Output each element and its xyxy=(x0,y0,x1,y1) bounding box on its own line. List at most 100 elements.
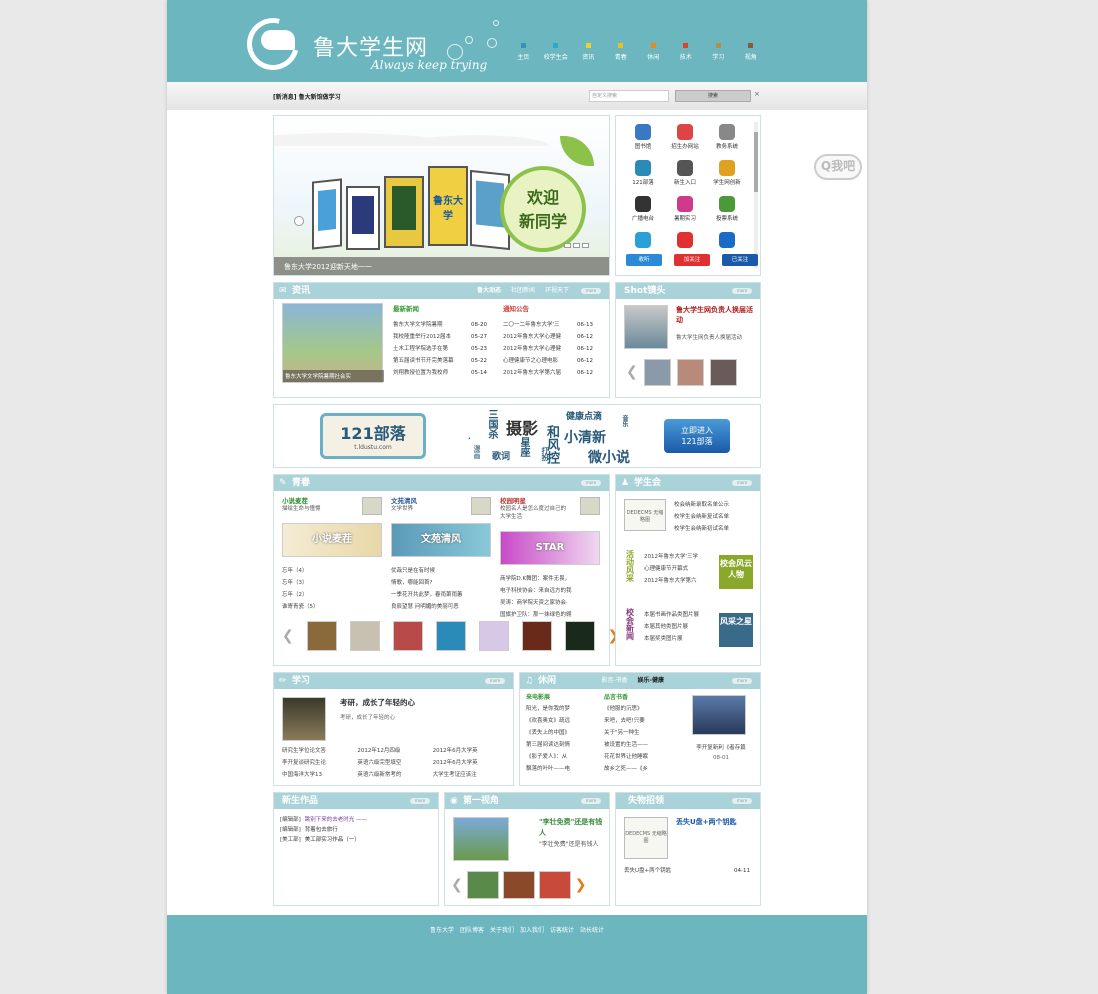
tribe-keyword[interactable]: 漫画 xyxy=(472,445,482,459)
quicklink-1[interactable]: 招生办网站 xyxy=(664,122,706,154)
youth-col-banner[interactable]: 小说麦茬 xyxy=(282,523,382,557)
nav-item-3[interactable]: 青春 xyxy=(605,43,638,65)
list-item[interactable]: 《欢喜奥女》疏远 xyxy=(526,715,592,727)
list-item[interactable]: 吴涛：商学院天资之家协会· xyxy=(500,597,600,609)
qq-chat-button[interactable]: Q我吧 xyxy=(814,154,862,180)
shot-photo[interactable] xyxy=(624,305,668,349)
list-item[interactable]: 2012年6月大学英 xyxy=(433,745,508,757)
works-more-button[interactable]: more xyxy=(410,798,430,804)
footer-link[interactable]: 加入我们 xyxy=(520,927,544,934)
list-item[interactable]: 校学生会纳新复试名单 xyxy=(674,511,758,523)
tribe-keyword[interactable]: 微小说 xyxy=(588,447,630,467)
union-more-button[interactable]: more xyxy=(732,480,752,486)
list-item[interactable]: 良辰望慧 问明媚的美丽可恶 xyxy=(391,601,491,613)
nav-item-2[interactable]: 资讯 xyxy=(572,43,605,65)
shot-thumb[interactable] xyxy=(709,359,737,386)
shot-thumb[interactable] xyxy=(643,359,671,386)
news-tab[interactable]: 鲁大动态 xyxy=(477,283,501,299)
quicklink-3[interactable]: 121部落 xyxy=(622,158,664,190)
view-thumb[interactable] xyxy=(502,871,535,899)
tribe-keyword[interactable]: 音乐 xyxy=(620,415,629,427)
nav-item-5[interactable]: 技术 xyxy=(670,43,703,65)
prev-arrow-icon[interactable]: ❮ xyxy=(451,872,463,899)
close-icon[interactable]: × xyxy=(754,90,760,98)
lost-item[interactable]: 丢失U盘+两个钥匙 04-11 xyxy=(624,865,750,877)
search-button[interactable]: 搜索 xyxy=(675,90,751,102)
list-item[interactable]: 英语六级完型填空 xyxy=(357,757,432,769)
quicklink-2[interactable]: 教务系统 xyxy=(706,122,748,154)
quicklink-5[interactable]: 学生网创新 xyxy=(706,158,748,190)
list-item[interactable]: 花花世界让他睡眠 xyxy=(604,751,670,763)
list-item[interactable]: 中国海洋大学13 xyxy=(282,769,357,781)
footer-link[interactable]: 访客统计 xyxy=(550,927,574,934)
tribe-keyword[interactable]: 打扮 xyxy=(540,447,550,461)
list-item[interactable]: 《影子爱人》：从 xyxy=(526,751,592,763)
list-item[interactable]: 我校隆重举行2012届本 05-27 xyxy=(393,331,487,343)
nav-item-0[interactable]: 主页 xyxy=(507,43,540,65)
list-item[interactable]: 2012年鲁东大学第六 xyxy=(644,575,720,587)
list-item[interactable]: 2012年12月四级 xyxy=(357,745,432,757)
news-more-button[interactable]: more xyxy=(581,288,601,294)
news-tab[interactable]: 社团新闻 xyxy=(511,283,535,299)
tribe-keyword[interactable]: 小清新 xyxy=(564,427,606,447)
shot-thumb[interactable] xyxy=(676,359,704,386)
nav-item-7[interactable]: 视角 xyxy=(735,43,768,65)
tab-health[interactable]: 娱乐-健康 xyxy=(638,673,665,689)
tribe-keyword[interactable]: 健康点滴 xyxy=(566,409,602,422)
tribe-keyword[interactable]: 三国杀 xyxy=(484,409,499,439)
list-item[interactable]: 鲁东大学文学院暑期 08-20 xyxy=(393,319,487,331)
list-item[interactable]: 二〇一二年鲁东大学'三 06-13 xyxy=(503,319,593,331)
list-item[interactable]: 一季花开共此梦，春雨萧雨蕙 xyxy=(391,589,491,601)
view-headline[interactable]: "李壮免费"还是有钱人 xyxy=(539,817,603,839)
list-item[interactable]: 2012年鲁东大学心理健 06-12 xyxy=(503,343,593,355)
list-item[interactable]: 忘年（2） xyxy=(282,589,382,601)
leisure-photo[interactable] xyxy=(692,695,746,735)
youth-col-banner[interactable]: STAR xyxy=(500,531,600,565)
next-arrow-icon[interactable]: ❯ xyxy=(575,872,587,899)
tab-books[interactable]: 影音-书香 xyxy=(601,673,627,689)
list-item[interactable]: 忘年（3） xyxy=(282,577,382,589)
youth-thumb[interactable] xyxy=(564,621,595,651)
list-item[interactable]: 来吧，去吧!只要 xyxy=(604,715,670,727)
list-item[interactable]: 英语六级新常考的 xyxy=(357,769,432,781)
youth-thumb[interactable] xyxy=(306,621,337,651)
quicklink-4[interactable]: 新生入口 xyxy=(664,158,706,190)
list-item[interactable]: 谁寄青瓷（5） xyxy=(282,601,382,613)
banner-pager[interactable] xyxy=(564,243,589,248)
list-item[interactable]: 2012年鲁东大学'三学 xyxy=(644,551,720,563)
list-item[interactable]: 情歌，哪能回首? xyxy=(391,577,491,589)
list-item[interactable]: 土木工程学院选手在第 05-23 xyxy=(393,343,487,355)
list-item[interactable]: 本届书画作品类图片展 xyxy=(644,609,720,621)
list-item[interactable]: 第三届间读达刻情 xyxy=(526,739,592,751)
study-more-button[interactable]: more xyxy=(485,678,505,684)
view-more-button[interactable]: more xyxy=(581,798,601,804)
follow-button[interactable]: 加关注 xyxy=(674,254,710,266)
tribe-enter-button[interactable]: 立即进入 121部落 xyxy=(664,419,730,453)
list-item[interactable]: 商学院D.K舞团：案件无畏， xyxy=(500,573,600,585)
list-item[interactable]: 国旗护卫队：那一抹绿色的翱 xyxy=(500,609,600,621)
leisure-more-button[interactable]: more xyxy=(732,678,752,684)
tribe-keyword[interactable]: 摄影 xyxy=(506,415,538,439)
nav-item-6[interactable]: 学习 xyxy=(702,43,735,65)
list-item[interactable]: 故乡之死——《乡 xyxy=(604,763,670,775)
tribe-keyword[interactable]: 星座 xyxy=(516,437,531,457)
follow-button[interactable]: 已关注 xyxy=(722,254,758,266)
list-item[interactable]: 阳光，是你我的梦 xyxy=(526,703,592,715)
list-item[interactable]: 关于"另一种生 xyxy=(604,727,670,739)
youth-thumb[interactable] xyxy=(349,621,380,651)
list-item[interactable]: 心理健康节之心理电影 06-12 xyxy=(503,355,593,367)
list-item[interactable]: 本届其他类图片展 xyxy=(644,621,720,633)
youth-thumb[interactable] xyxy=(521,621,552,651)
list-item[interactable]: 被设置的生活—— xyxy=(604,739,670,751)
list-item[interactable]: 飘落的叶叶——电 xyxy=(526,763,592,775)
style-star-button[interactable]: 风采之星 xyxy=(719,613,753,647)
leisure-photo-caption[interactable]: 李开复新利《者存篇 xyxy=(688,743,754,751)
quicklink-8[interactable]: 投票系统 xyxy=(706,194,748,226)
search-input[interactable]: 自定义搜索 xyxy=(589,90,669,102)
follow-button[interactable]: 收听 xyxy=(626,254,662,266)
list-item[interactable]: 忘年（4） xyxy=(282,565,382,577)
lost-more-button[interactable]: more xyxy=(732,798,752,804)
nav-item-1[interactable]: 校学生会 xyxy=(540,43,573,65)
footer-link[interactable]: 鲁东大学 xyxy=(430,927,454,934)
study-headline[interactable]: 考研，成长了年轻的心 xyxy=(340,697,415,708)
